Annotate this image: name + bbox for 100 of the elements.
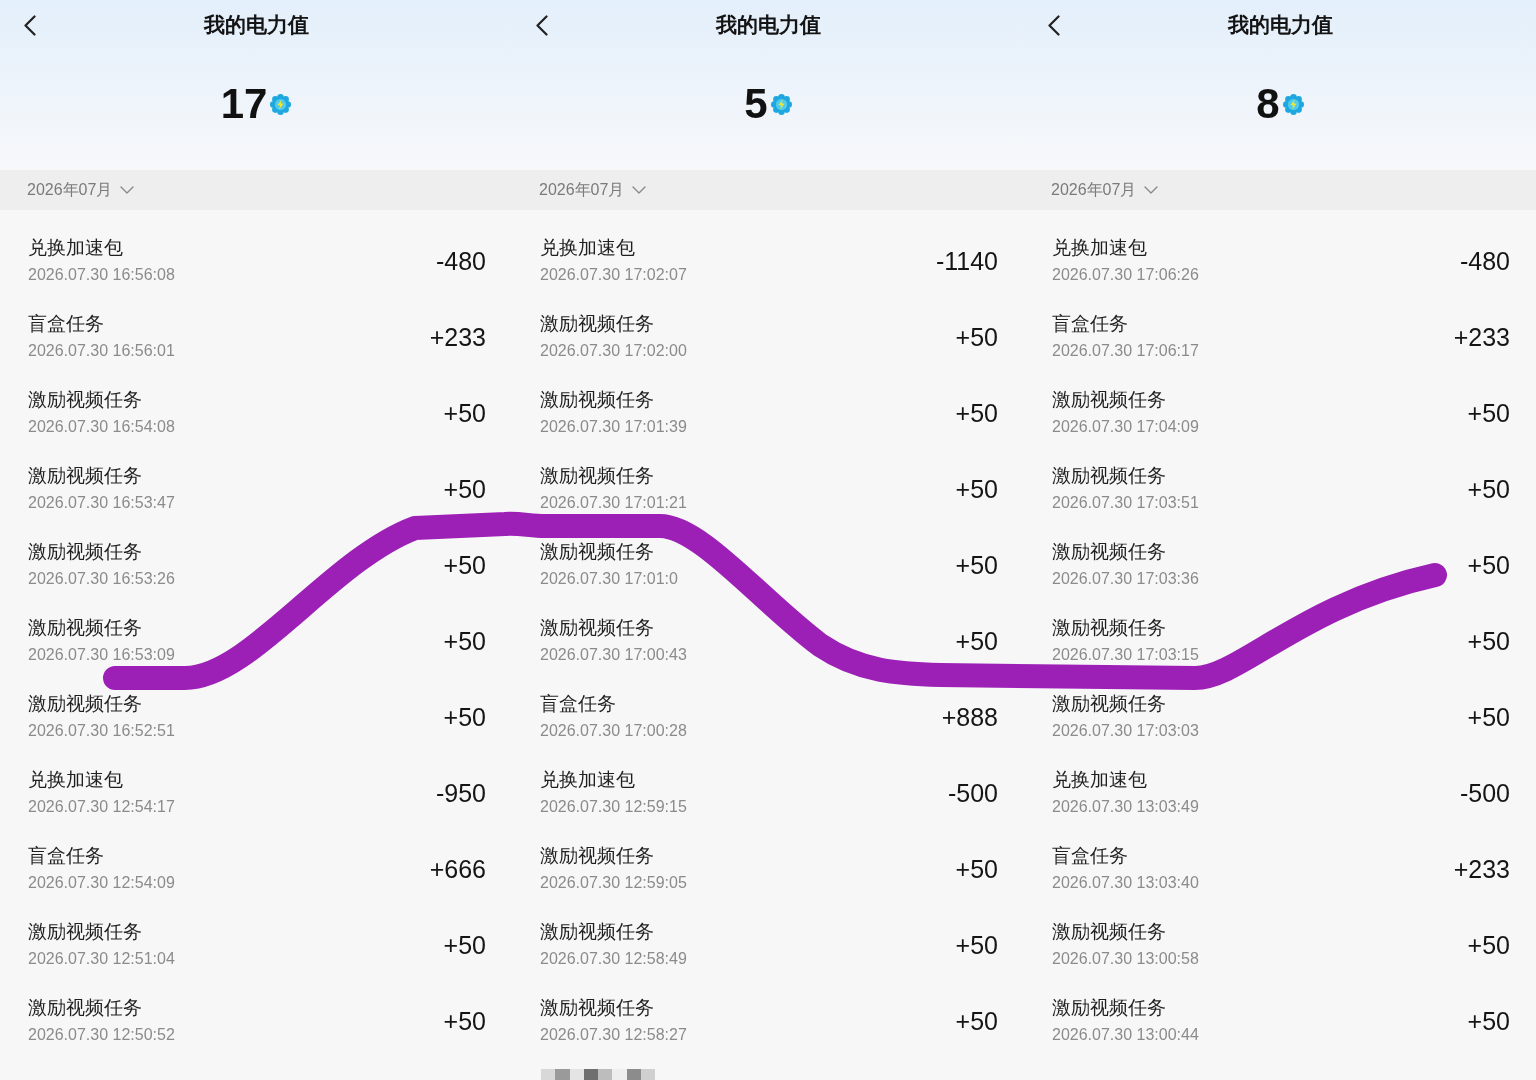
transaction-title: 激励视频任务	[540, 920, 655, 944]
transaction-amount: +50	[443, 474, 486, 504]
transaction-title: 激励视频任务	[540, 996, 655, 1020]
transaction-time: 2026.07.30 12:59:05	[540, 873, 687, 893]
month-dropdown[interactable]: 2026年07月	[1051, 178, 1159, 202]
transaction-amount: +50	[955, 1006, 998, 1036]
transaction-amount: +888	[941, 702, 998, 732]
transaction-time: 2026.07.30 12:59:15	[540, 797, 687, 817]
transaction-title: 激励视频任务	[540, 540, 655, 564]
transaction-amount: +50	[1467, 398, 1510, 428]
transaction-time: 2026.07.30 17:03:03	[1052, 721, 1199, 741]
transaction-time: 2026.07.30 12:58:49	[540, 949, 687, 969]
chevron-down-icon	[1144, 186, 1159, 194]
transaction-time: 2026.07.30 13:03:49	[1052, 797, 1199, 817]
transaction-time: 2026.07.30 13:00:58	[1052, 949, 1199, 969]
transaction-title: 激励视频任务	[1052, 388, 1167, 412]
transaction-time: 2026.07.30 17:01:0	[540, 569, 678, 589]
transaction-title: 激励视频任务	[1052, 616, 1167, 640]
transaction-title: 激励视频任务	[1052, 996, 1167, 1020]
transaction-amount: -1140	[935, 246, 998, 276]
transaction-amount: +233	[1453, 322, 1510, 352]
transaction-title: 盲盒任务	[1052, 312, 1129, 336]
transaction-title: 激励视频任务	[28, 996, 143, 1020]
month-dropdown[interactable]: 2026年07月	[27, 178, 135, 202]
transaction-title: 兑换加速包	[28, 236, 124, 260]
transaction-amount: +666	[429, 854, 486, 884]
transaction-title: 激励视频任务	[540, 312, 655, 336]
transaction-time: 2026.07.30 13:00:44	[1052, 1025, 1199, 1045]
chevron-left-icon	[24, 14, 36, 36]
transaction-title: 激励视频任务	[540, 388, 655, 412]
transaction-amount: -950	[435, 778, 486, 808]
transaction-amount: +50	[955, 550, 998, 580]
page-title: 我的电力值	[202, 12, 310, 39]
transaction-amount: -500	[1459, 778, 1510, 808]
month-dropdown[interactable]: 2026年07月	[539, 178, 647, 202]
page-title: 我的电力值	[1226, 12, 1334, 39]
transaction-time: 2026.07.30 12:54:17	[28, 797, 175, 817]
transaction-time: 2026.07.30 16:54:08	[28, 417, 175, 437]
transaction-time: 2026.07.30 17:02:07	[540, 265, 687, 285]
transaction-time: 2026.07.30 12:54:09	[28, 873, 175, 893]
transaction-title: 激励视频任务	[1052, 540, 1167, 564]
transaction-time: 2026.07.30 12:58:27	[540, 1025, 687, 1045]
transaction-amount: +50	[443, 1006, 486, 1036]
transaction-title: 兑换加速包	[28, 768, 124, 792]
transaction-time: 2026.07.30 13:03:40	[1052, 873, 1199, 893]
transaction-title: 兑换加速包	[1052, 768, 1148, 792]
transaction-time: 2026.07.30 16:56:08	[28, 265, 175, 285]
transaction-amount: +233	[1453, 854, 1510, 884]
transaction-amount: +50	[1467, 626, 1510, 656]
transaction-time: 2026.07.30 16:56:01	[28, 341, 175, 361]
transaction-time: 2026.07.30 17:06:26	[1052, 265, 1199, 285]
transaction-time: 2026.07.30 17:06:17	[1052, 341, 1199, 361]
transaction-time: 2026.07.30 16:53:47	[28, 493, 175, 513]
transaction-amount: +233	[429, 322, 486, 352]
balance-value: 17	[220, 80, 268, 128]
transaction-amount: +50	[1467, 930, 1510, 960]
transaction-time: 2026.07.30 17:03:15	[1052, 645, 1199, 665]
transaction-time: 2026.07.30 12:50:52	[28, 1025, 175, 1045]
transaction-title: 盲盒任务	[540, 692, 617, 716]
transaction-title: 激励视频任务	[1052, 920, 1167, 944]
transaction-title: 激励视频任务	[540, 616, 655, 640]
transaction-title: 兑换加速包	[540, 768, 636, 792]
transaction-time: 2026.07.30 17:01:39	[540, 417, 687, 437]
transaction-amount: -480	[1459, 246, 1510, 276]
transaction-amount: +50	[1467, 702, 1510, 732]
transaction-amount: +50	[955, 474, 998, 504]
transaction-time: 2026.07.30 17:03:36	[1052, 569, 1199, 589]
transaction-title: 兑换加速包	[540, 236, 636, 260]
transaction-title: 激励视频任务	[28, 616, 143, 640]
transaction-time: 2026.07.30 17:00:43	[540, 645, 687, 665]
transaction-title: 盲盒任务	[28, 844, 105, 868]
transaction-amount: +50	[443, 702, 486, 732]
transaction-title: 激励视频任务	[540, 464, 655, 488]
transaction-time: 2026.07.30 16:52:51	[28, 721, 175, 741]
chevron-down-icon	[632, 186, 647, 194]
transaction-time: 2026.07.30 17:00:28	[540, 721, 687, 741]
transaction-amount: -480	[435, 246, 486, 276]
transaction-amount: +50	[955, 854, 998, 884]
transaction-amount: +50	[1467, 550, 1510, 580]
lightning-badge-icon	[1282, 93, 1304, 115]
transaction-time: 2026.07.30 12:51:04	[28, 949, 175, 969]
transaction-title: 激励视频任务	[28, 692, 143, 716]
transaction-amount: +50	[1467, 1006, 1510, 1036]
chevron-down-icon	[120, 186, 135, 194]
balance-value: 5	[744, 80, 768, 128]
balance-value: 8	[1256, 80, 1280, 128]
transaction-amount: +50	[955, 322, 998, 352]
transaction-amount: +50	[955, 626, 998, 656]
lightning-badge-icon	[270, 93, 292, 115]
transaction-time: 2026.07.30 16:53:26	[28, 569, 175, 589]
transaction-amount: +50	[443, 930, 486, 960]
transaction-title: 兑换加速包	[1052, 236, 1148, 260]
transaction-title: 激励视频任务	[28, 388, 143, 412]
chevron-left-icon	[536, 14, 548, 36]
transaction-amount: +50	[443, 626, 486, 656]
transaction-title: 激励视频任务	[28, 540, 143, 564]
chevron-left-icon	[1048, 14, 1060, 36]
transaction-title: 盲盒任务	[28, 312, 105, 336]
transaction-amount: -500	[947, 778, 998, 808]
transaction-time: 2026.07.30 17:02:00	[540, 341, 687, 361]
